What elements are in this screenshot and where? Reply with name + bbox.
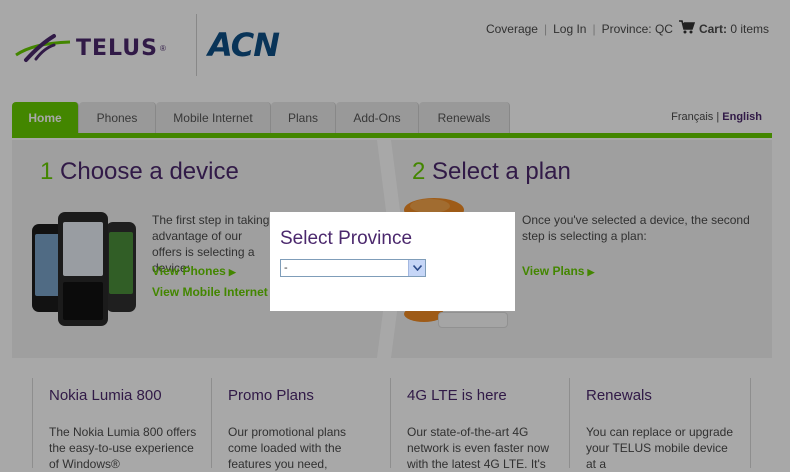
modal-title: Select Province [280, 228, 413, 249]
province-select-value: - [284, 262, 288, 274]
chevron-down-icon[interactable] [408, 260, 425, 276]
select-province-modal: Select Province - [270, 212, 515, 311]
province-select[interactable]: - [280, 259, 426, 277]
